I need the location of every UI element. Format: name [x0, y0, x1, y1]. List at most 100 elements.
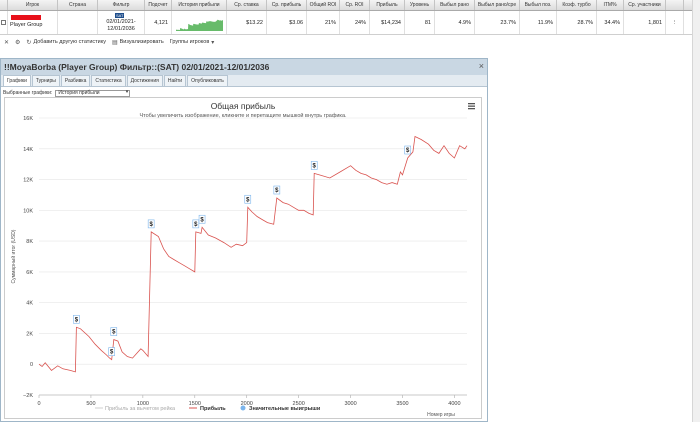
table-header: Игрок Страна Фильтр Подсчет История приб…	[0, 0, 692, 11]
table-row[interactable]: Player Group SAT 02/01/2021- 12/01/2036 …	[0, 11, 692, 35]
chart-icon: ▤	[111, 39, 118, 46]
x-tick-label: 3000	[344, 401, 356, 407]
header-player[interactable]: Игрок	[8, 0, 58, 10]
player-redacted-bar	[11, 15, 41, 20]
header-total-roi[interactable]: Общий ROI	[307, 0, 340, 10]
header-avg-roi[interactable]: Ср. ROI	[340, 0, 370, 10]
page-scrollbar[interactable]	[692, 0, 700, 422]
big-win-marker[interactable]: $	[404, 145, 411, 155]
header-avg-profit[interactable]: Ср. прибыль	[267, 0, 307, 10]
chart-select[interactable]: История прибыли ▾	[55, 89, 131, 97]
x-axis-label: Номер игры	[427, 412, 455, 418]
big-win-marker[interactable]: $	[192, 219, 200, 229]
big-win-marker[interactable]: $	[273, 185, 281, 195]
player-groups-dropdown[interactable]: Группы игроков ▾	[170, 39, 215, 46]
cell-early-mid: 23.7%	[475, 11, 520, 34]
big-win-marker[interactable]: $	[110, 327, 118, 336]
add-stats-button[interactable]: ↻ Добавить другую статистику	[26, 39, 106, 46]
player-group-label: Player Group	[10, 22, 43, 28]
header-avg-entrants[interactable]: Ср. участники	[624, 0, 666, 10]
header-extra	[666, 0, 684, 10]
chart-menu-icon[interactable]	[468, 103, 475, 110]
window-tabs: Графики Турниры Разбивка Статистика Дост…	[1, 75, 487, 87]
header-early[interactable]: Выбыл рано	[435, 0, 475, 10]
chart-select-row: Выбранные графики: История прибыли ▾	[3, 89, 131, 97]
player-groups-label: Группы игроков	[169, 39, 210, 45]
big-win-marker[interactable]: $	[73, 314, 80, 324]
y-tick-label: −2K	[23, 393, 33, 399]
cell-sparkline[interactable]	[172, 11, 227, 34]
chart-container[interactable]: Общая прибыль Чтобы увеличить изображение…	[4, 97, 482, 419]
x-tick-label: 4000	[448, 401, 460, 407]
window-title: !!MoyaBorba (Player Group) Фильтр::(SAT)…	[1, 59, 487, 75]
header-level[interactable]: Уровень	[405, 0, 435, 10]
y-tick-label: 16K	[23, 116, 33, 122]
stats-panel: Игрок Страна Фильтр Подсчет История приб…	[0, 0, 700, 52]
big-win-marker[interactable]: $	[244, 194, 252, 204]
header-early-mid[interactable]: Выбыл рано/сре	[475, 0, 520, 10]
tab-breakdown[interactable]: Разбивка	[60, 75, 91, 86]
cell-early: 4.9%	[435, 11, 475, 34]
tab-tournaments[interactable]: Турниры	[31, 75, 60, 86]
y-tick-label: 8K	[26, 239, 33, 245]
delete-icon[interactable]: ✕	[4, 39, 9, 46]
header-turbo[interactable]: Коэф. турбо	[557, 0, 597, 10]
y-tick-label: 0	[30, 362, 33, 368]
chart-select-value: История прибыли	[58, 89, 100, 96]
row-checkbox[interactable]	[0, 11, 8, 34]
chart-menu-bar	[468, 108, 475, 110]
profit-chart[interactable]: Общая прибыльЧтобы увеличить изображение…	[5, 98, 481, 418]
cell-level: 81	[405, 11, 435, 34]
cell-itm: 34.4%	[597, 11, 624, 34]
tab-achievements[interactable]: Достижения	[126, 75, 163, 86]
cell-count: 4,121	[145, 11, 172, 34]
header-filter[interactable]: Фильтр	[98, 0, 145, 10]
cell-profit: $14,234	[370, 11, 405, 34]
row-menu-icon[interactable]: ⋮	[666, 11, 684, 34]
big-win-marker[interactable]: $	[108, 347, 116, 356]
header-profit[interactable]: Прибыль	[370, 0, 405, 10]
x-tick-label: 500	[86, 401, 95, 407]
header-avg-stake[interactable]: Ср. ставка	[227, 0, 267, 10]
close-icon[interactable]: ×	[479, 61, 484, 71]
cell-late: 11.9%	[520, 11, 557, 34]
big-win-marker[interactable]: $	[198, 214, 206, 224]
header-profit-history[interactable]: История прибыли	[172, 0, 227, 10]
filter-date-end: 12/01/2036	[107, 26, 135, 32]
sparkline-area	[176, 19, 223, 31]
header-checkbox-col[interactable]	[0, 0, 8, 10]
cell-total-roi: 21%	[307, 11, 340, 34]
legend-no-rake: Прибыль за вычетом рейка	[105, 405, 176, 412]
y-tick-label: 12K	[23, 178, 33, 184]
chart-menu-bar	[468, 103, 475, 105]
settings-icon[interactable]: ⚙	[15, 39, 20, 46]
cell-player[interactable]: Player Group	[8, 11, 58, 34]
header-country[interactable]: Страна	[58, 0, 98, 10]
legend-swatch-wins	[240, 405, 246, 411]
cell-avg-roi: 24%	[340, 11, 370, 34]
chart-title: Общая прибыль	[211, 101, 276, 111]
filter-badge: SAT	[115, 13, 125, 18]
x-tick-label: 3500	[396, 401, 408, 407]
big-win-marker[interactable]: $	[310, 161, 318, 170]
add-stats-label: Добавить другую статистику	[33, 39, 106, 45]
tab-statistics[interactable]: Статистика	[91, 75, 126, 86]
cell-turbo: 28.7%	[557, 11, 597, 34]
chart-select-label: Выбранные графики:	[3, 90, 53, 96]
header-itm[interactable]: ITM%	[597, 0, 624, 10]
x-tick-label: 0	[37, 401, 40, 407]
header-late[interactable]: Выбыл поз.	[520, 0, 557, 10]
visualize-label: Визуализировать	[119, 39, 164, 45]
tab-publish[interactable]: Опубликовать	[187, 75, 228, 86]
header-count[interactable]: Подсчет	[145, 0, 172, 10]
tab-find[interactable]: Найти	[163, 75, 187, 86]
y-axis-label: Суммарный итог (USD)	[10, 229, 17, 283]
big-win-marker[interactable]: $	[147, 219, 155, 229]
visualize-button[interactable]: ▤ Визуализировать	[112, 39, 164, 46]
legend-profit: Прибыль	[200, 405, 226, 412]
cell-filter[interactable]: SAT 02/01/2021- 12/01/2036	[98, 11, 145, 34]
y-tick-label: 10K	[23, 208, 33, 214]
legend-wins: Значительные выигрыши	[249, 406, 320, 412]
cell-avg-profit: $3.06	[267, 11, 307, 34]
tab-charts[interactable]: Графики	[3, 75, 31, 86]
